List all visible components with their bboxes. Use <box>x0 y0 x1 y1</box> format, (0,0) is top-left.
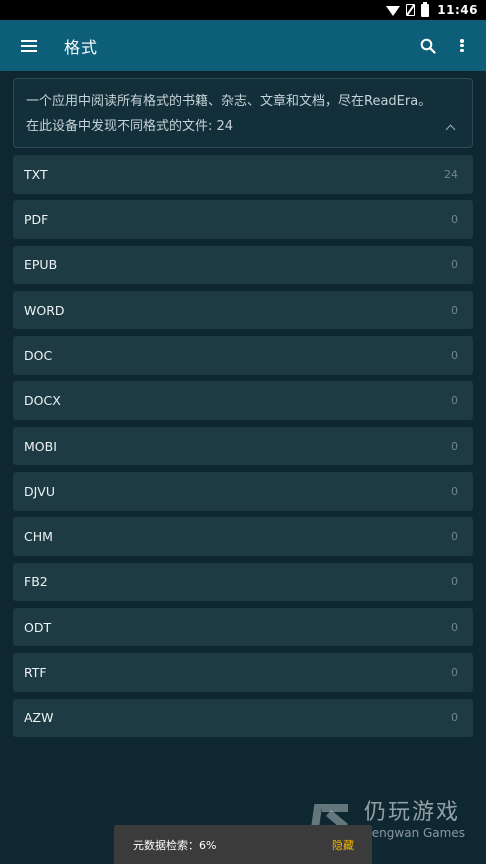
format-row-odt[interactable]: ODT 0 <box>13 607 473 647</box>
more-options-button[interactable] <box>445 20 479 71</box>
wifi-icon <box>386 6 401 16</box>
menu-button[interactable] <box>0 20 58 71</box>
format-name: PDF <box>24 212 49 228</box>
format-row-doc[interactable]: DOC 0 <box>13 336 473 375</box>
format-count: 0 <box>451 394 458 408</box>
snackbar: 元数据检索：6% 隐藏 <box>114 825 372 864</box>
format-count: 0 <box>451 620 458 634</box>
format-name: DOCX <box>24 393 61 409</box>
hamburger-menu-icon <box>21 39 37 52</box>
format-name: CHM <box>24 529 53 545</box>
watermark-cn-text: 仍玩游戏 <box>364 800 461 825</box>
app-bar: 格式 <box>0 20 486 71</box>
format-row-azw[interactable]: AZW 0 <box>13 698 473 738</box>
snackbar-hide-button[interactable]: 隐藏 <box>332 837 354 853</box>
format-row-djvu[interactable]: DJVU 0 <box>13 472 473 511</box>
format-count: 0 <box>451 530 458 544</box>
battery-icon <box>421 1 430 17</box>
watermark-en-text: Rengwan Games <box>364 826 465 840</box>
format-name: AZW <box>24 710 54 726</box>
format-list: TXT 24 PDF 0 EPUB 0 WORD 0 DOC 0 DOCX 0 … <box>13 155 473 744</box>
format-name: EPUB <box>24 257 58 273</box>
more-vertical-icon <box>460 39 464 52</box>
found-files-label: 在此设备中发现不同格式的文件: 24 <box>26 119 234 134</box>
format-row-mobi[interactable]: MOBI 0 <box>13 426 473 466</box>
snackbar-message: 元数据检索：6% <box>133 838 217 852</box>
format-count: 0 <box>451 348 458 362</box>
format-count: 0 <box>451 666 458 680</box>
format-row-rtf[interactable]: RTF 0 <box>13 653 473 692</box>
format-name: TXT <box>24 166 48 182</box>
page-title: 格式 <box>64 37 99 57</box>
search-icon <box>420 38 436 54</box>
collapse-info-button[interactable] <box>440 117 460 137</box>
no-sim-icon <box>406 4 416 16</box>
format-count: 0 <box>451 213 458 227</box>
format-name: DOC <box>24 347 53 363</box>
info-description: 一个应用中阅读所有格式的书籍、杂志、文章和文档，尽在ReadEra。 <box>26 94 432 109</box>
format-row-epub[interactable]: EPUB 0 <box>13 245 473 285</box>
format-name: FB2 <box>24 574 48 590</box>
format-count: 0 <box>451 303 458 317</box>
format-row-chm[interactable]: CHM 0 <box>13 517 473 556</box>
format-count: 0 <box>451 439 458 453</box>
format-count: 24 <box>444 167 458 181</box>
format-info-card: 一个应用中阅读所有格式的书籍、杂志、文章和文档，尽在ReadEra。 在此设备中… <box>13 78 473 148</box>
status-bar: 11:46 <box>0 0 486 20</box>
format-row-pdf[interactable]: PDF 0 <box>13 200 473 239</box>
format-count: 0 <box>451 258 458 272</box>
search-button[interactable] <box>411 20 445 71</box>
format-name: DJVU <box>24 483 56 499</box>
format-row-word[interactable]: WORD 0 <box>13 290 473 330</box>
format-name: RTF <box>24 665 47 681</box>
format-count: 0 <box>451 484 458 498</box>
format-name: WORD <box>24 302 65 318</box>
format-name: ODT <box>24 619 52 635</box>
status-time: 11:46 <box>437 3 478 17</box>
format-count: 0 <box>451 711 458 725</box>
format-name: MOBI <box>24 438 57 454</box>
format-row-txt[interactable]: TXT 24 <box>13 155 473 194</box>
format-row-docx[interactable]: DOCX 0 <box>13 381 473 420</box>
format-row-fb2[interactable]: FB2 0 <box>13 562 473 602</box>
format-count: 0 <box>451 575 458 589</box>
chevron-up-icon <box>445 124 455 134</box>
